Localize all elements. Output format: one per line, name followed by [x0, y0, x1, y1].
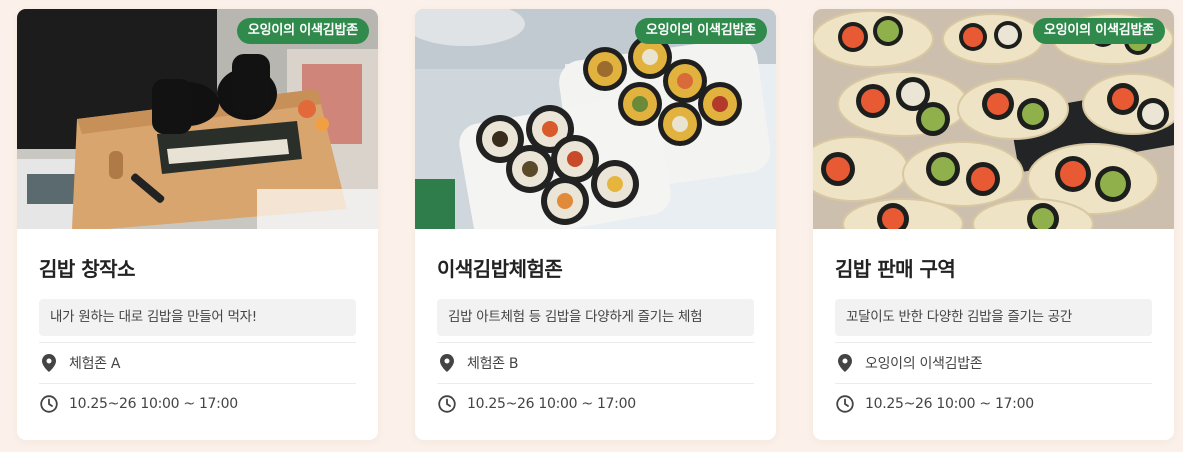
- clock-icon: [835, 394, 855, 414]
- card-time-row: 10.25~26 10:00 ~ 17:00: [39, 383, 356, 424]
- card-description: 내가 원하는 대로 김밥을 만들어 먹자!: [39, 299, 356, 336]
- card-photo: 오잉이의 이색김밥존: [415, 9, 776, 229]
- card-body: 이색김밥체험존 김밥 아트체험 등 김밥을 다양하게 즐기는 체험 체험존 B …: [415, 229, 776, 424]
- program-card-kimbap-studio[interactable]: 오잉이의 이색김밥존 김밥 창작소 내가 원하는 대로 김밥을 만들어 먹자! …: [17, 9, 378, 440]
- map-pin-icon: [39, 353, 59, 373]
- map-pin-icon: [437, 353, 457, 373]
- card-location: 오잉이의 이색김밥존: [865, 356, 983, 372]
- card-description: 김밥 아트체험 등 김밥을 다양하게 즐기는 체험: [437, 299, 754, 336]
- zone-badge: 오잉이의 이색김밥존: [236, 18, 369, 44]
- program-card-grid: 오잉이의 이색김밥존 김밥 창작소 내가 원하는 대로 김밥을 만들어 먹자! …: [17, 9, 1174, 440]
- card-description: 꼬달이도 반한 다양한 김밥을 즐기는 공간: [835, 299, 1152, 336]
- card-title: 김밥 판매 구역: [835, 257, 956, 281]
- card-location-row: 체험존 B: [437, 342, 754, 383]
- card-title: 김밥 창작소: [39, 257, 135, 281]
- program-card-kimbap-experience[interactable]: 오잉이의 이색김밥존 이색김밥체험존 김밥 아트체험 등 김밥을 다양하게 즐기…: [415, 9, 776, 440]
- card-location-row: 체험존 A: [39, 342, 356, 383]
- card-body: 김밥 창작소 내가 원하는 대로 김밥을 만들어 먹자! 체험존 A 10.25…: [17, 229, 378, 424]
- card-location-row: 오잉이의 이색김밥존: [835, 342, 1152, 383]
- card-location: 체험존 A: [69, 356, 121, 372]
- card-body: 김밥 판매 구역 꼬달이도 반한 다양한 김밥을 즐기는 공간 오잉이의 이색김…: [813, 229, 1174, 424]
- card-time-row: 10.25~26 10:00 ~ 17:00: [437, 383, 754, 424]
- zone-badge: 오잉이의 이색김밥존: [1032, 18, 1165, 44]
- map-pin-icon: [835, 353, 855, 373]
- card-time: 10.25~26 10:00 ~ 17:00: [69, 396, 238, 412]
- card-location: 체험존 B: [467, 356, 519, 372]
- card-time: 10.25~26 10:00 ~ 17:00: [467, 396, 636, 412]
- clock-icon: [437, 394, 457, 414]
- card-photo: 오잉이의 이색김밥존: [17, 9, 378, 229]
- card-title: 이색김밥체험존: [437, 257, 563, 281]
- clock-icon: [39, 394, 59, 414]
- card-photo: 오잉이의 이색김밥존: [813, 9, 1174, 229]
- program-card-kimbap-sales[interactable]: 오잉이의 이색김밥존 김밥 판매 구역 꼬달이도 반한 다양한 김밥을 즐기는 …: [813, 9, 1174, 440]
- card-time-row: 10.25~26 10:00 ~ 17:00: [835, 383, 1152, 424]
- card-time: 10.25~26 10:00 ~ 17:00: [865, 396, 1034, 412]
- zone-badge: 오잉이의 이색김밥존: [634, 18, 767, 44]
